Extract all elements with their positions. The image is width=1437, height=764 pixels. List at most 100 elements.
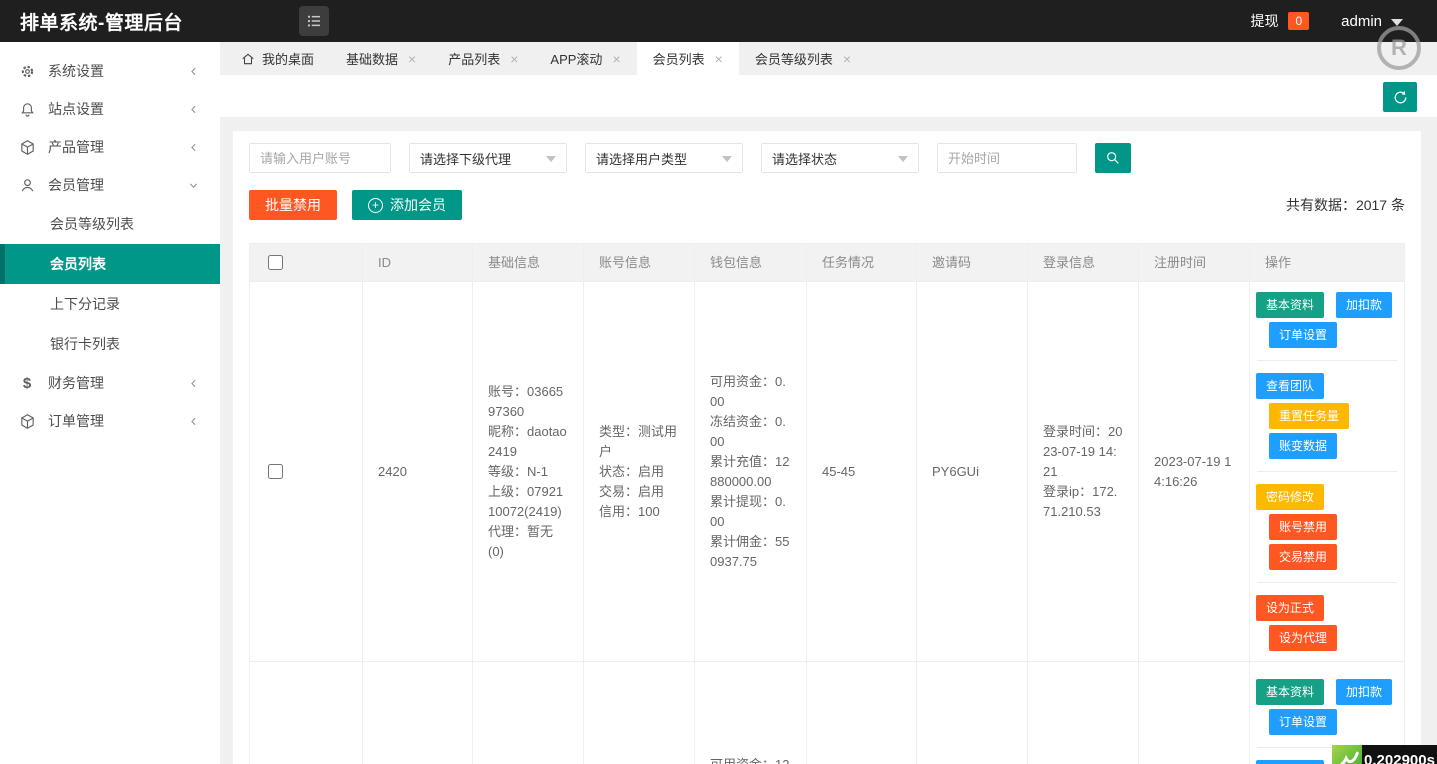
bell-icon xyxy=(18,100,36,118)
reset-task-quota-button[interactable]: 重置任务量 xyxy=(1269,403,1350,429)
cell-task-status: 45-45 xyxy=(806,282,916,661)
tab-member-level-list[interactable]: 会员等级列表 × xyxy=(739,42,867,75)
select-all-checkbox[interactable] xyxy=(268,255,283,270)
tab-my-desktop[interactable]: 我的桌面 xyxy=(225,42,330,75)
header-actions: 操作 xyxy=(1249,244,1404,281)
account-search-input[interactable] xyxy=(249,143,391,173)
set-agent-button[interactable]: 设为代理 xyxy=(1269,625,1338,651)
member-table: ID 基础信息 账号信息 钱包信息 任务情况 邀请码 登录信息 注册时间 操作 … xyxy=(249,243,1405,764)
chevron-down-icon xyxy=(898,156,908,162)
chevron-down-icon xyxy=(1391,18,1403,26)
page-control-strip xyxy=(220,75,1437,117)
header-task-status: 任务情况 xyxy=(806,244,916,281)
row-checkbox[interactable] xyxy=(268,464,283,479)
cell-login-info xyxy=(1027,662,1138,764)
sidebar-subitem-label: 银行卡列表 xyxy=(50,336,120,352)
sidebar-item-label: 站点设置 xyxy=(48,101,104,117)
user-icon xyxy=(18,176,36,194)
batch-disable-label: 批量禁用 xyxy=(265,197,321,213)
set-official-button[interactable]: 设为正式 xyxy=(1256,595,1325,621)
table-header-row: ID 基础信息 账号信息 钱包信息 任务情况 邀请码 登录信息 注册时间 操作 xyxy=(250,244,1404,281)
home-icon xyxy=(241,52,255,66)
status-select-value: 请选择状态 xyxy=(772,151,838,167)
sidebar-item-member-list[interactable]: 会员列表 xyxy=(0,244,220,284)
user-type-select[interactable]: 请选择用户类型 xyxy=(585,143,743,173)
tab-label: APP滚动 xyxy=(550,52,603,67)
chevron-left-icon xyxy=(187,65,200,78)
account-change-data-button[interactable]: 账变数据 xyxy=(1269,433,1338,459)
sidebar-item-site-settings[interactable]: 站点设置 xyxy=(0,90,220,128)
cell-invite-code: PY6GUi xyxy=(916,282,1027,661)
sidebar-item-product-management[interactable]: 产品管理 xyxy=(0,128,220,166)
sidebar-item-bank-card-list[interactable]: 银行卡列表 xyxy=(0,324,220,364)
status-select[interactable]: 请选择状态 xyxy=(761,143,919,173)
tab-label: 会员列表 xyxy=(652,52,705,67)
sidebar-item-member-management[interactable]: 会员管理 xyxy=(0,166,220,204)
tab-basic-data[interactable]: 基础数据 × xyxy=(330,42,432,75)
sidebar-item-system-settings[interactable]: 系统设置 xyxy=(0,52,220,90)
view-team-button[interactable]: 查看团队 xyxy=(1256,373,1325,399)
disable-account-button[interactable]: 账号禁用 xyxy=(1269,514,1338,540)
close-icon[interactable]: × xyxy=(843,51,851,67)
refresh-button[interactable] xyxy=(1383,82,1417,112)
sidebar-item-label: 会员管理 xyxy=(48,177,104,193)
close-icon[interactable]: × xyxy=(715,51,723,67)
page-load-time: 0.202900s xyxy=(1362,745,1437,764)
cell-id: 2420 xyxy=(362,282,472,661)
tab-member-list[interactable]: 会员列表 × xyxy=(636,42,739,75)
agent-select[interactable]: 请选择下级代理 xyxy=(409,143,567,173)
gear-icon xyxy=(18,62,36,80)
admin-username: admin xyxy=(1341,12,1382,30)
debug-trace-toggle[interactable] xyxy=(1332,745,1362,764)
basic-profile-button[interactable]: 基本资料 xyxy=(1256,679,1325,705)
load-time-value: 0.202900s xyxy=(1364,751,1435,764)
divider xyxy=(1257,582,1397,583)
sidebar-item-label: 系统设置 xyxy=(48,63,104,79)
disable-trade-button[interactable]: 交易禁用 xyxy=(1269,544,1338,570)
cell-invite-code xyxy=(916,662,1027,764)
sidebar-item-finance-management[interactable]: $ 财务管理 xyxy=(0,364,220,402)
add-member-label: 添加会员 xyxy=(390,197,446,213)
trace-swoosh-icon xyxy=(1335,750,1359,764)
search-button[interactable] xyxy=(1095,143,1131,173)
chevron-left-icon xyxy=(187,103,200,116)
header-invite-code: 邀请码 xyxy=(916,244,1027,281)
chevron-down-icon xyxy=(187,179,200,192)
search-icon xyxy=(1105,150,1121,166)
cell-login-info: 登录时间：2023-07-19 14:21 登录ip：172.71.210.53 xyxy=(1027,282,1138,661)
close-icon[interactable]: × xyxy=(510,51,518,67)
total-count-unit: 条 xyxy=(1391,197,1405,213)
content-panel: 请选择下级代理 请选择用户类型 请选择状态 批量禁用 xyxy=(233,131,1421,764)
sidebar-subitem-label: 会员等级列表 xyxy=(50,216,134,232)
basic-profile-button[interactable]: 基本资料 xyxy=(1256,292,1325,318)
start-time-input[interactable] xyxy=(937,143,1077,173)
cell-basic-info xyxy=(472,662,583,764)
close-icon[interactable]: × xyxy=(408,51,416,67)
cube-icon xyxy=(18,412,36,430)
cell-account-info xyxy=(583,662,694,764)
close-icon[interactable]: × xyxy=(612,51,620,67)
sidebar-item-label: 产品管理 xyxy=(48,139,104,155)
add-deduct-funds-button[interactable]: 加扣款 xyxy=(1336,679,1393,705)
tab-label: 会员等级列表 xyxy=(754,52,833,67)
order-settings-button[interactable]: 订单设置 xyxy=(1269,709,1338,735)
table-toolbar: 批量禁用 + 添加会员 共有数据：2017 条 xyxy=(249,190,1405,220)
add-deduct-funds-button[interactable]: 加扣款 xyxy=(1336,292,1393,318)
sidebar-item-updown-records[interactable]: 上下分记录 xyxy=(0,284,220,324)
view-team-button[interactable]: 查看团队 xyxy=(1256,760,1325,764)
sidebar-toggle-button[interactable] xyxy=(298,6,329,36)
total-count-label: 共有数据： xyxy=(1285,197,1356,213)
cell-register-time: 2023-07-19 14:16:26 xyxy=(1138,282,1249,661)
tab-product-list[interactable]: 产品列表 × xyxy=(432,42,534,75)
withdraw-link[interactable]: 提现 xyxy=(1250,11,1278,31)
header-account-info: 账号信息 xyxy=(583,244,694,281)
batch-disable-button[interactable]: 批量禁用 xyxy=(249,190,337,220)
sidebar-item-order-management[interactable]: 订单管理 xyxy=(0,402,220,440)
order-settings-button[interactable]: 订单设置 xyxy=(1269,322,1338,348)
cell-account-info: 类型：测试用户 状态：启用 交易：启用 信用：100 xyxy=(583,282,694,661)
add-member-button[interactable]: + 添加会员 xyxy=(352,190,462,220)
table-row: 2420 账号：0366597360 昵称：daotao2419 等级：N-1 … xyxy=(250,281,1404,661)
change-password-button[interactable]: 密码修改 xyxy=(1256,484,1325,510)
sidebar-item-member-level-list[interactable]: 会员等级列表 xyxy=(0,204,220,244)
tab-app-scroll[interactable]: APP滚动 × xyxy=(534,42,636,75)
